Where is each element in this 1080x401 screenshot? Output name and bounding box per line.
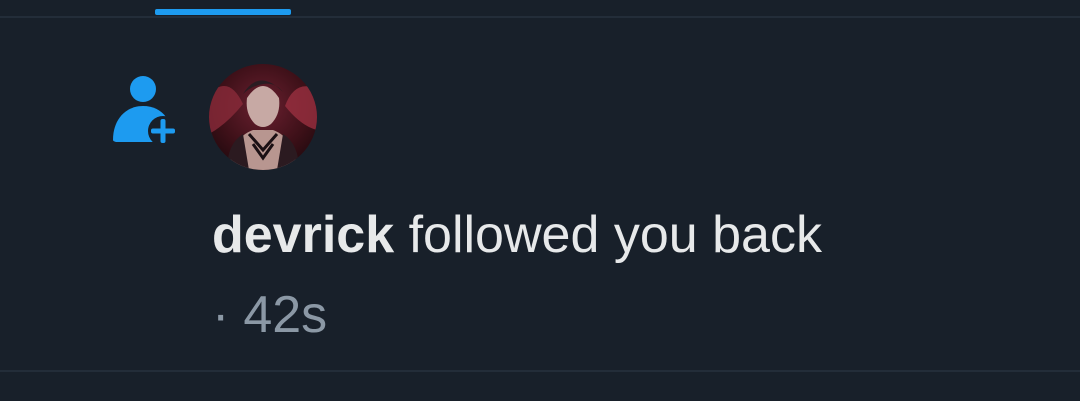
avatar[interactable]	[209, 64, 317, 170]
separator-dot: ·	[212, 286, 230, 344]
active-tab-indicator	[155, 9, 291, 15]
notification-meta: · 42s	[212, 280, 327, 350]
timestamp: 42s	[243, 286, 328, 344]
username-link[interactable]: devrick	[212, 206, 394, 264]
notification-item[interactable]: devrick followed you back · 42s	[0, 18, 1080, 370]
action-text: followed you back	[394, 206, 822, 264]
notification-message: devrick followed you back	[212, 200, 1052, 270]
follow-icon	[113, 76, 179, 146]
bottom-divider	[0, 370, 1080, 372]
